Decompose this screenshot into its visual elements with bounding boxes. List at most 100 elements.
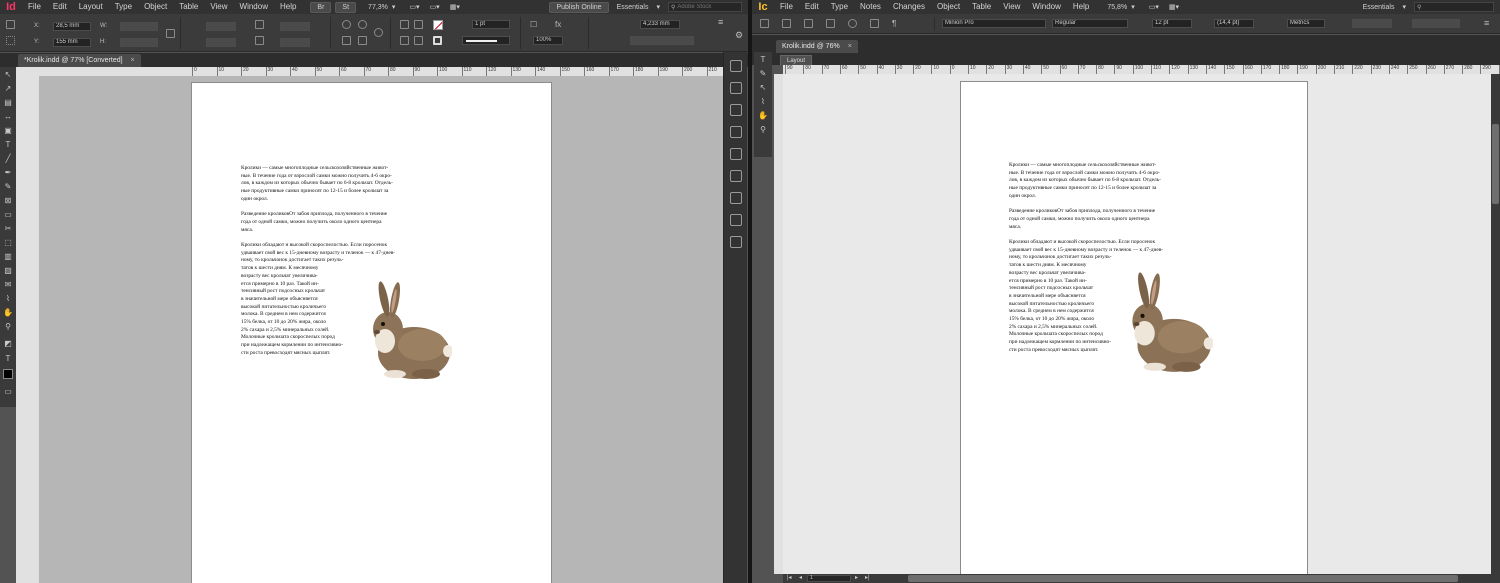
previous-page-icon[interactable]: ◂ [799,574,802,581]
eyedropper-tool-icon[interactable]: ⌇ [3,294,13,304]
menu-layout[interactable]: Layout [73,0,109,14]
w-field[interactable] [120,22,158,31]
document-page[interactable]: Кролики — самые многоплодные сельскохозя… [191,82,552,583]
constrain-proportions-icon[interactable] [166,29,175,38]
selection-tool-icon[interactable]: ↖ [3,70,13,80]
menu-edit[interactable]: Edit [47,0,73,14]
shear-field[interactable] [280,38,310,47]
font-style-dropdown[interactable]: Regular [1052,19,1128,28]
stroke-panel-icon[interactable] [730,104,742,116]
menu-edit[interactable]: Edit [799,0,825,14]
menu-object[interactable]: Object [138,0,173,14]
gradient-tool-icon[interactable]: ▥ [3,252,13,262]
menu-help[interactable]: Help [1067,0,1095,14]
scale-y-field[interactable] [206,38,236,47]
tab-krolik-indd[interactable]: Krolik.indd @ 76% × [776,40,858,53]
select-previous-icon[interactable] [400,36,409,45]
menu-view[interactable]: View [204,0,233,14]
path-icon[interactable] [374,28,383,37]
publish-online-button[interactable]: Publish Online [549,1,609,13]
stroke-weight-field[interactable]: 1 pt [472,20,510,29]
fx-icon[interactable]: fx [555,20,564,29]
stroke-type-dropdown[interactable] [462,36,510,45]
style-dropdown[interactable] [630,36,694,45]
proxy-grid-icon[interactable] [6,36,15,45]
workspace-switcher[interactable]: Essentials [617,4,649,11]
note-tool-icon[interactable]: ✎ [758,69,768,79]
gradient-feather-icon[interactable]: ▨ [3,266,13,276]
text-wrap-icon[interactable] [730,236,742,248]
font-family-dropdown[interactable]: Minion Pro [942,19,1046,28]
layout-icon[interactable] [870,19,879,28]
rectangle-tool-icon[interactable]: ▭ [3,210,13,220]
open-icon[interactable] [760,19,769,28]
hand-tool-icon[interactable]: ✋ [3,308,13,318]
vertical-scrollbar[interactable] [1491,74,1500,574]
view-options-icon[interactable]: ▭▾ [409,3,419,11]
close-icon[interactable]: × [131,54,135,67]
menu-file[interactable]: File [22,0,47,14]
menu-help[interactable]: Help [274,0,302,14]
text-frame-options-icon[interactable]: ☐ [530,20,539,29]
direct-selection-tool-icon[interactable]: ↗ [3,84,13,94]
close-icon[interactable]: × [848,40,852,53]
indesign-pasteboard[interactable]: Кролики — самые многоплодные сельскохозя… [39,76,723,583]
select-container-icon[interactable] [400,20,409,29]
color-panel-icon[interactable] [730,126,742,138]
free-transform-tool-icon[interactable]: ⬚ [3,238,13,248]
note-tool-icon[interactable]: ✉ [3,280,13,290]
content-collector-icon[interactable]: ▣ [3,126,13,136]
page-number-field[interactable]: 1 [807,575,851,582]
select-content-icon[interactable] [414,20,423,29]
rotate-cw-icon[interactable] [342,20,351,29]
menu-window[interactable]: Window [234,0,274,14]
panel-menu-icon[interactable]: ≡ [1484,18,1489,28]
menu-file[interactable]: File [774,0,799,14]
arrange-documents-icon[interactable]: ▦▾ [1169,3,1179,11]
rabbit-image[interactable] [362,279,453,385]
select-next-icon[interactable] [414,36,423,45]
pen-tool-icon[interactable]: ✒ [3,168,13,178]
gear-icon[interactable]: ⚙ [735,30,743,41]
type-tool-icon[interactable]: T [758,55,768,65]
leading-field[interactable]: (14,4 pt) [1214,19,1254,28]
bridge-button[interactable]: Br [310,1,332,13]
zoom-dropdown[interactable]: 77,3% [368,4,388,11]
stock-search[interactable]: ⚲ [668,2,742,12]
flip-horizontal-icon[interactable] [342,36,351,45]
fill-stroke-swatch-icon[interactable]: ◩ [3,339,13,349]
character-styles-icon[interactable] [730,192,742,204]
scroll-thumb[interactable] [1492,124,1499,204]
find-icon[interactable] [848,19,857,28]
scissors-tool-icon[interactable]: ✂ [3,224,13,234]
tab-krolik-indd[interactable]: *Krolik.indd @ 77% [Converted] × [18,54,141,67]
stroke-swatch[interactable] [433,36,442,45]
stock-button[interactable]: St [335,1,357,13]
chain-icon[interactable] [255,36,264,45]
paragraph-styles-icon[interactable] [730,214,742,226]
kerning-dropdown[interactable]: Metrics [1287,19,1325,28]
view-options-icon[interactable]: ▭▾ [1149,3,1159,11]
rabbit-image[interactable] [1121,270,1214,378]
menu-table[interactable]: Table [173,0,204,14]
search-box[interactable]: ⚲ [1414,2,1494,12]
scale-icon[interactable] [255,20,264,29]
menu-object[interactable]: Object [931,0,966,14]
line-tool-icon[interactable]: ╱ [3,154,13,164]
chevron-down-icon[interactable]: ▾ [656,3,660,11]
chevron-down-icon[interactable]: ▾ [1402,3,1406,11]
rotate-ccw-icon[interactable] [358,20,367,29]
baseline-shift-field[interactable] [1412,19,1460,28]
chevron-down-icon[interactable]: ▾ [1131,3,1135,11]
arrange-documents-icon[interactable]: ▦▾ [450,3,460,11]
menu-changes[interactable]: Changes [887,0,931,14]
type-tool-icon[interactable]: T [3,140,13,150]
page-tool-icon[interactable]: ▤ [3,98,13,108]
incopy-pasteboard[interactable]: Кролики — самые многоплодные сельскохозя… [783,74,1491,574]
screen-mode-icon[interactable]: ▭▾ [430,3,440,11]
tab-layout[interactable]: Layout [780,55,813,65]
document-page[interactable]: Кролики — самые многоплодные сельскохозя… [960,81,1308,574]
pages-panel-icon[interactable] [730,60,742,72]
scale-x-field[interactable] [206,22,236,31]
fill-none-swatch[interactable] [433,20,443,30]
